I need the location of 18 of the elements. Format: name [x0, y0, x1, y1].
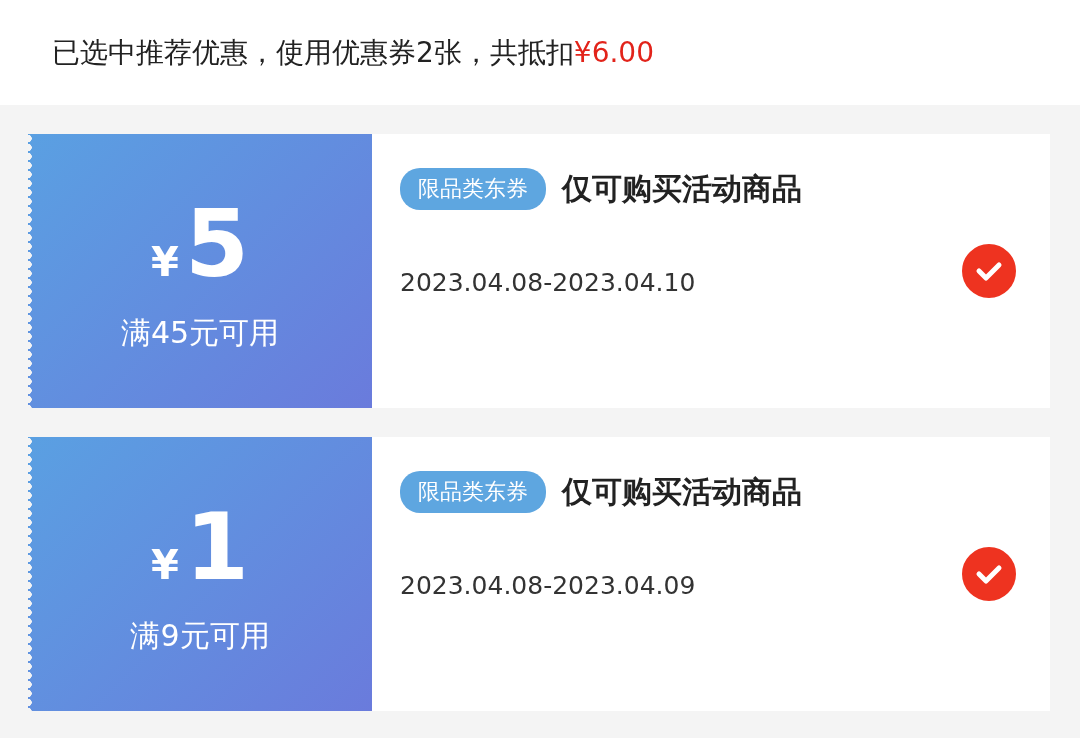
- currency-symbol: ¥: [151, 541, 179, 588]
- validity-dates: 2023.04.08-2023.04.10: [400, 268, 697, 297]
- coupon-title: 仅可购买活动商品: [562, 169, 802, 208]
- coupon-condition: 满45元可用: [120, 313, 280, 352]
- validity-dates: 2023.04.08-2023.04.09: [400, 571, 697, 600]
- coupon-card[interactable]: ¥1 满9元可用 限品类东券 仅可购买活动商品 2023.04.08-2023.04.09: [28, 437, 1050, 711]
- checkmark-icon[interactable]: [962, 547, 1016, 601]
- discount-amount: ¥6.00: [573, 35, 654, 69]
- category-tag: 限品类东券: [400, 471, 546, 513]
- coupon-amount: 5: [184, 198, 249, 291]
- category-tag: 限品类东券: [400, 168, 546, 210]
- coupon-amount: 1: [184, 501, 249, 594]
- summary-text: 已选中推荐优惠，使用优惠券2张，共抵扣: [52, 34, 574, 71]
- coupon-card[interactable]: ¥5 满45元可用 限品类东券 仅可购买活动商品 2023.04.08-2023.04.10: [28, 134, 1050, 408]
- checkmark-icon[interactable]: [962, 244, 1016, 298]
- currency-symbol: ¥: [151, 238, 179, 285]
- coupon-condition: 满9元可用: [130, 616, 270, 655]
- coupon-title: 仅可购买活动商品: [562, 472, 802, 511]
